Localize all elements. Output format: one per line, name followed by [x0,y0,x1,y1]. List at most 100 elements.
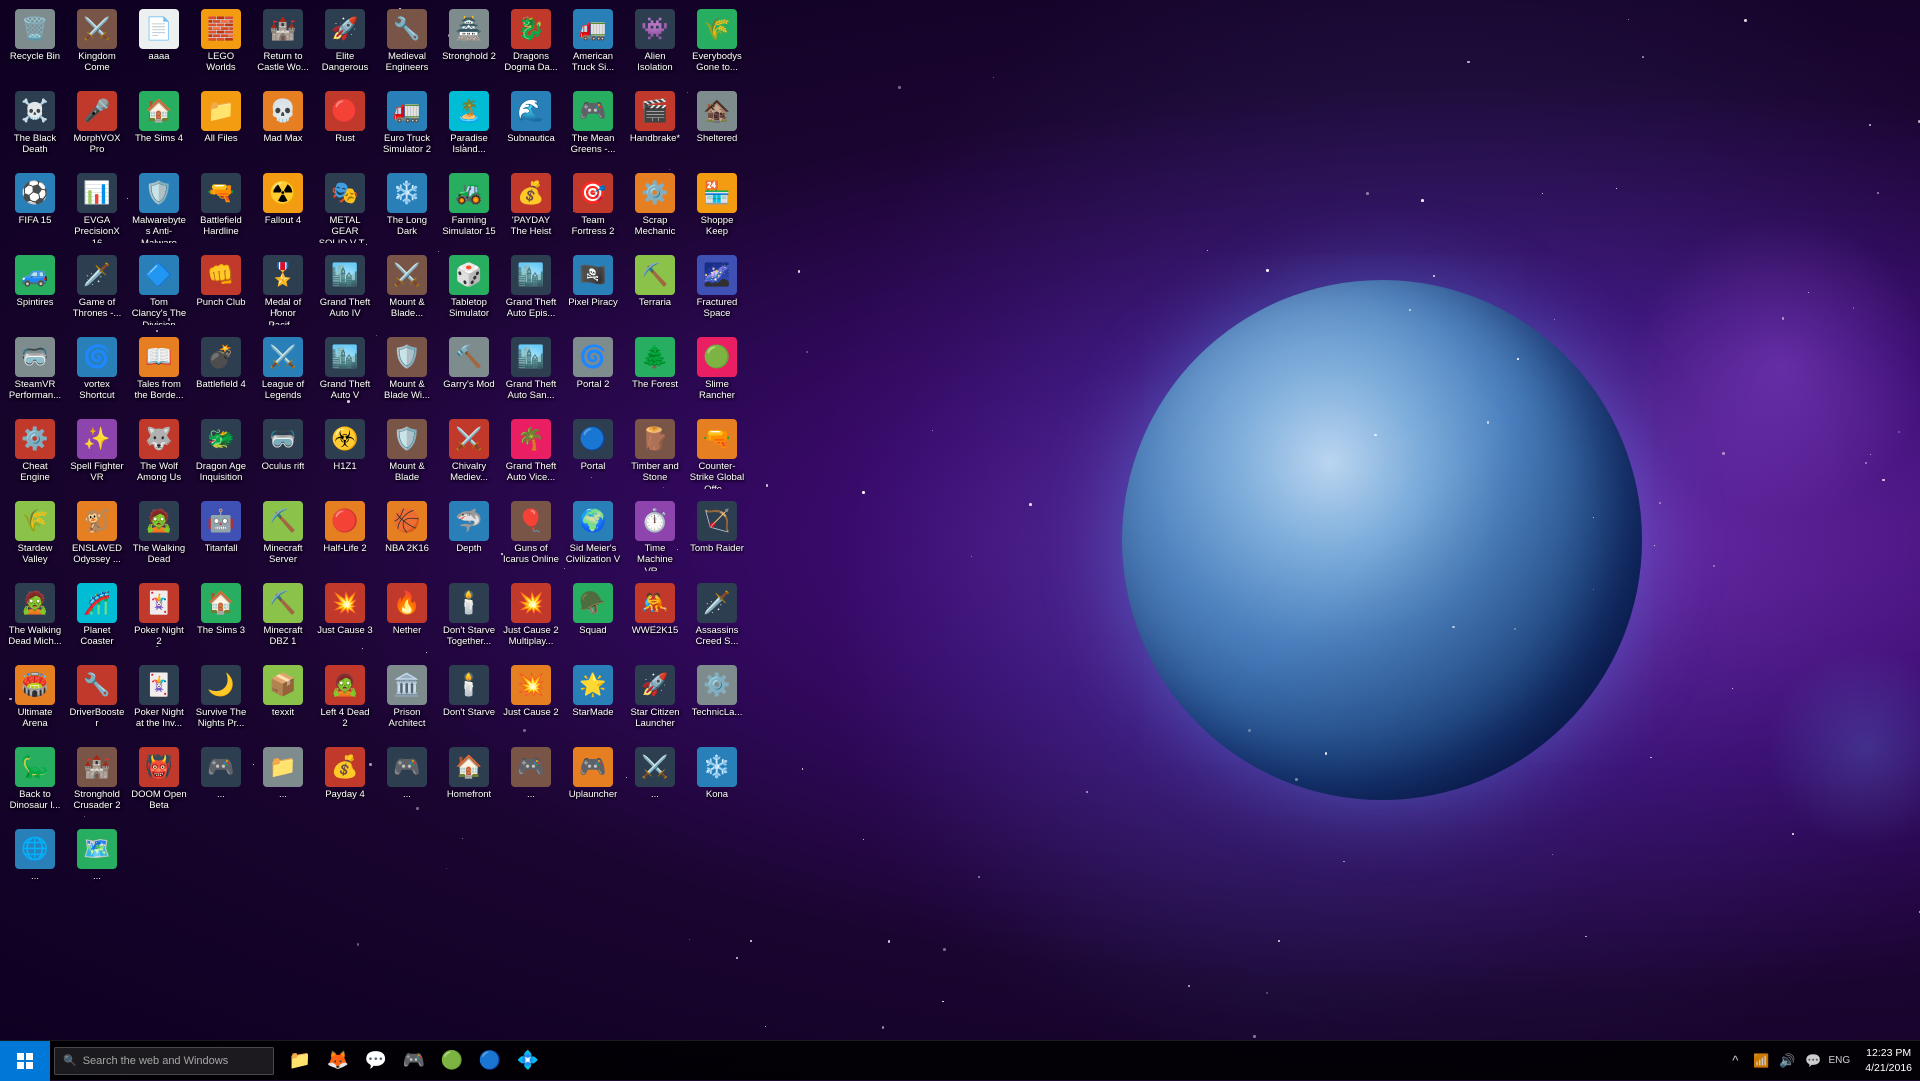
desktop-icon-28[interactable]: ☢️Fallout 4 [253,169,313,249]
desktop-icon-117[interactable]: 🎮Uplauncher [563,743,623,823]
desktop-icon-42[interactable]: ⚔️Mount & Blade... [377,251,437,331]
desktop-icon-26[interactable]: 🛡️Malwarebytes Anti-Malware [129,169,189,249]
desktop-icon-87[interactable]: 🏠The Sims 3 [191,579,251,659]
desktop-icon-113[interactable]: 💰Payday 4 [315,743,375,823]
tray-message[interactable]: 💬 [1801,1041,1825,1081]
desktop-icon-0[interactable]: 🗑️Recycle Bin [5,5,65,85]
desktop-icon-4[interactable]: 🏰Return to Castle Wo... [253,5,313,85]
desktop-icon-13[interactable]: 🎤MorphVOX Pro [67,87,127,167]
desktop-icon-118[interactable]: ⚔️... [625,743,685,823]
desktop-icon-16[interactable]: 💀Mad Max [253,87,313,167]
desktop-icon-72[interactable]: 🌾Stardew Valley [5,497,65,577]
desktop-icon-114[interactable]: 🎮... [377,743,437,823]
desktop-icon-63[interactable]: 🐲Dragon Age Inquisition [191,415,251,495]
desktop-icon-93[interactable]: 🪖Squad [563,579,623,659]
desktop-icon-22[interactable]: 🎬Handbrake* [625,87,685,167]
desktop-icon-33[interactable]: 🎯Team Fortress 2 [563,169,623,249]
taskbar-app-media[interactable]: 🔵 [472,1041,508,1081]
desktop-icon-121[interactable]: 🗺️... [67,825,127,905]
desktop-icon-119[interactable]: ❄️Kona [687,743,747,823]
taskbar-app-explorer[interactable]: 📁 [282,1041,318,1081]
desktop-icon-43[interactable]: 🎲Tabletop Simulator [439,251,499,331]
desktop-icon-107[interactable]: ⚙️TechnicLa... [687,661,747,741]
desktop-icon-77[interactable]: 🔴Half-Life 2 [315,497,375,577]
desktop-icon-46[interactable]: ⛏️Terraria [625,251,685,331]
desktop-icon-59[interactable]: 🟢Slime Rancher [687,333,747,413]
desktop-icon-55[interactable]: 🔨Garry's Mod [439,333,499,413]
tray-volume[interactable]: 🔊 [1775,1041,1799,1081]
start-button[interactable] [0,1041,50,1081]
desktop-icon-29[interactable]: 🎭METAL GEAR SOLID V T... [315,169,375,249]
desktop-icon-102[interactable]: 🏛️Prison Architect [377,661,437,741]
desktop-icon-21[interactable]: 🎮The Mean Greens -... [563,87,623,167]
taskbar-app-skype[interactable]: 💬 [358,1041,394,1081]
desktop-icon-56[interactable]: 🏙️Grand Theft Auto San... [501,333,561,413]
desktop-icon-47[interactable]: 🌌Fractured Space [687,251,747,331]
desktop-icon-84[interactable]: 🧟The Walking Dead Mich... [5,579,65,659]
search-bar[interactable]: 🔍 Search the web and Windows [54,1047,274,1075]
desktop-icon-68[interactable]: 🌴Grand Theft Auto Vice... [501,415,561,495]
desktop-icon-45[interactable]: 🏴‍☠️Pixel Piracy [563,251,623,331]
tray-language[interactable]: ENG [1827,1041,1851,1081]
desktop-icon-96[interactable]: 🏟️Ultimate Arena [5,661,65,741]
desktop-icon-101[interactable]: 🧟Left 4 Dead 2 [315,661,375,741]
taskbar-app-steam[interactable]: 🎮 [396,1041,432,1081]
desktop-icon-112[interactable]: 📁... [253,743,313,823]
desktop-icon-35[interactable]: 🏪Shoppe Keep [687,169,747,249]
desktop-icon-85[interactable]: 🎢Planet Coaster [67,579,127,659]
desktop-icon-48[interactable]: 🥽SteamVR Performan... [5,333,65,413]
desktop-icon-64[interactable]: 🥽Oculus rift [253,415,313,495]
desktop-icon-120[interactable]: 🌐... [5,825,65,905]
desktop-icon-37[interactable]: 🗡️Game of Thrones -... [67,251,127,331]
desktop-icon-60[interactable]: ⚙️Cheat Engine [5,415,65,495]
desktop-icon-106[interactable]: 🚀Star Citizen Launcher [625,661,685,741]
desktop-icon-39[interactable]: 👊Punch Club [191,251,251,331]
desktop-icon-5[interactable]: 🚀Elite Dangerous [315,5,375,85]
desktop-icon-11[interactable]: 🌾Everybodys Gone to... [687,5,747,85]
desktop-icon-91[interactable]: 🕯️Don't Starve Together... [439,579,499,659]
desktop-icon-100[interactable]: 📦texxit [253,661,313,741]
desktop-icon-6[interactable]: 🔧Medieval Engineers [377,5,437,85]
desktop-icon-51[interactable]: 💣Battlefield 4 [191,333,251,413]
tray-network[interactable]: 📶 [1749,1041,1773,1081]
desktop-icon-98[interactable]: 🃏Poker Night at the Inv... [129,661,189,741]
desktop-icon-110[interactable]: 👹DOOM Open Beta [129,743,189,823]
desktop-icon-9[interactable]: 🚛American Truck Si... [563,5,623,85]
desktop-icon-115[interactable]: 🏠Homefront [439,743,499,823]
desktop-icon-74[interactable]: 🧟The Walking Dead [129,497,189,577]
desktop-icon-57[interactable]: 🌀Portal 2 [563,333,623,413]
desktop-icon-50[interactable]: 📖Tales from the Borde... [129,333,189,413]
desktop-icon-53[interactable]: 🏙️Grand Theft Auto V [315,333,375,413]
desktop-icon-12[interactable]: ☠️The Black Death [5,87,65,167]
desktop-icon-83[interactable]: 🏹Tomb Raider [687,497,747,577]
desktop-icon-108[interactable]: 🦕Back to Dinosaur l... [5,743,65,823]
desktop-icon-86[interactable]: 🃏Poker Night 2 [129,579,189,659]
taskbar-app-firefox[interactable]: 🦊 [320,1041,356,1081]
desktop-icon-99[interactable]: 🌙Survive The Nights Pr... [191,661,251,741]
taskbar-app-game[interactable]: 💠 [510,1041,546,1081]
desktop-icon-65[interactable]: ☣️H1Z1 [315,415,375,495]
desktop-icon-69[interactable]: 🔵Portal [563,415,623,495]
desktop-icon-2[interactable]: 📄aaaa [129,5,189,85]
desktop-icon-18[interactable]: 🚛Euro Truck Simulator 2 [377,87,437,167]
system-clock[interactable]: 12:23 PM 4/21/2016 [1857,1041,1920,1081]
desktop-icon-75[interactable]: 🤖Titanfall [191,497,251,577]
desktop-icon-17[interactable]: 🔴Rust [315,87,375,167]
desktop-icon-61[interactable]: ✨Spell Fighter VR [67,415,127,495]
desktop-icon-92[interactable]: 💥Just Cause 2 Multiplay... [501,579,561,659]
desktop-icon-38[interactable]: 🔷Tom Clancy's The Division [129,251,189,331]
desktop-icon-78[interactable]: 🏀NBA 2K16 [377,497,437,577]
desktop-icon-90[interactable]: 🔥Nether [377,579,437,659]
desktop-icon-27[interactable]: 🔫Battlefield Hardline [191,169,251,249]
taskbar-app-nvidia[interactable]: 🟢 [434,1041,470,1081]
desktop-icon-97[interactable]: 🔧DriverBooster [67,661,127,741]
desktop-icon-1[interactable]: ⚔️Kingdom Come [67,5,127,85]
desktop-icon-103[interactable]: 🕯️Don't Starve [439,661,499,741]
desktop-icon-49[interactable]: 🌀vortex Shortcut [67,333,127,413]
desktop-icon-76[interactable]: ⛏️Minecraft Server [253,497,313,577]
desktop-icon-7[interactable]: 🏯Stronghold 2 [439,5,499,85]
desktop-icon-111[interactable]: 🎮... [191,743,251,823]
desktop-icon-71[interactable]: 🔫Counter-Strike Global Offe... [687,415,747,495]
desktop-icon-70[interactable]: 🪵Timber and Stone [625,415,685,495]
desktop-icon-73[interactable]: 🐒ENSLAVED Odyssey ... [67,497,127,577]
